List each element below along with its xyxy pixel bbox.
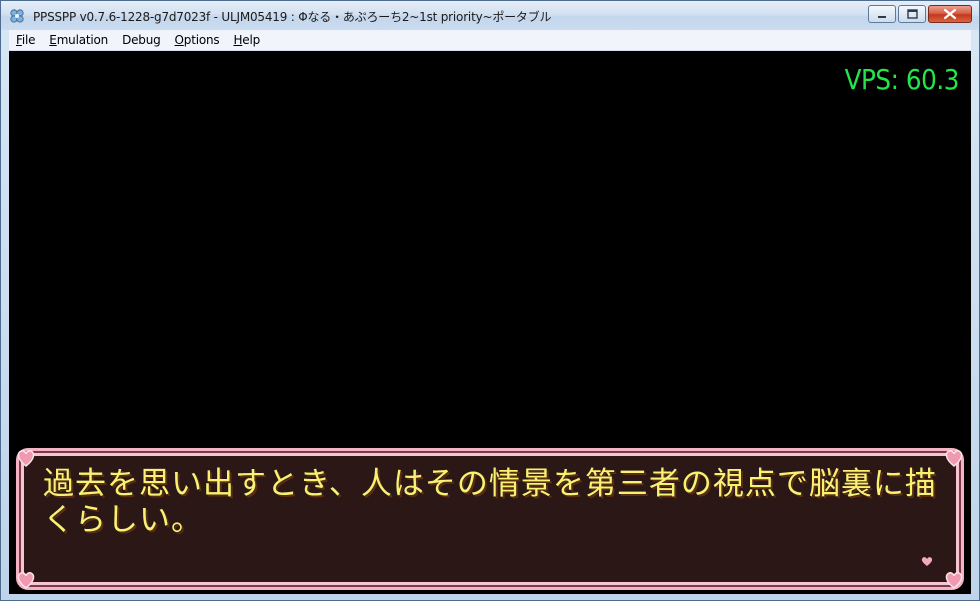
menu-help-label: elp [242,33,260,47]
corner-ornament-icon [17,450,35,467]
menu-emulation-label: mulation [56,33,109,47]
ppsspp-app-icon [10,9,24,23]
menu-file[interactable]: File [9,30,42,50]
vps-readout: VPS: 60.3 [844,63,960,96]
menu-help-accel: H [233,33,243,47]
menu-emulation[interactable]: Emulation [42,30,115,50]
menu-debug[interactable]: Debug [115,30,167,50]
menu-help[interactable]: Help [226,30,267,50]
dialog-box[interactable]: 過去を思い出すとき、人はその情景を第三者の視点で脳裏に描くらしい。 [16,448,964,590]
menu-bar: File Emulation Debug Options Help [9,30,971,51]
corner-ornament-icon [945,572,963,589]
menu-file-label: ile [21,33,36,47]
window-title: PPSSPP v0.7.6-1228-g7d7023f - ULJM05419 … [33,10,552,24]
menu-options-label: ptions [183,33,220,47]
maximize-button[interactable] [898,5,926,23]
minimize-icon [878,16,886,18]
dialog-text: 過去を思い出すとき、人はその情景を第三者の視点で脳裏に描くらしい。 [43,466,937,538]
emulator-window: PPSSPP v0.7.6-1228-g7d7023f - ULJM05419 … [0,0,980,601]
game-screen[interactable]: VPS: 60.3 過去を思い出すとき、人はその情景を第三者の視点で脳裏に描くら… [9,51,971,594]
maximize-icon [907,9,918,19]
minimize-button[interactable] [868,5,896,23]
caption-buttons [866,5,972,25]
menu-debug-label: Debug [122,33,161,47]
heart-icon[interactable] [921,556,933,567]
menu-emulation-accel: E [49,33,57,47]
title-bar[interactable]: PPSSPP v0.7.6-1228-g7d7023f - ULJM05419 … [1,1,979,30]
menu-options-accel: O [174,33,184,47]
menu-options[interactable]: Options [168,30,227,50]
close-icon [943,8,957,20]
close-button[interactable] [928,5,972,23]
corner-ornament-icon [17,572,35,589]
